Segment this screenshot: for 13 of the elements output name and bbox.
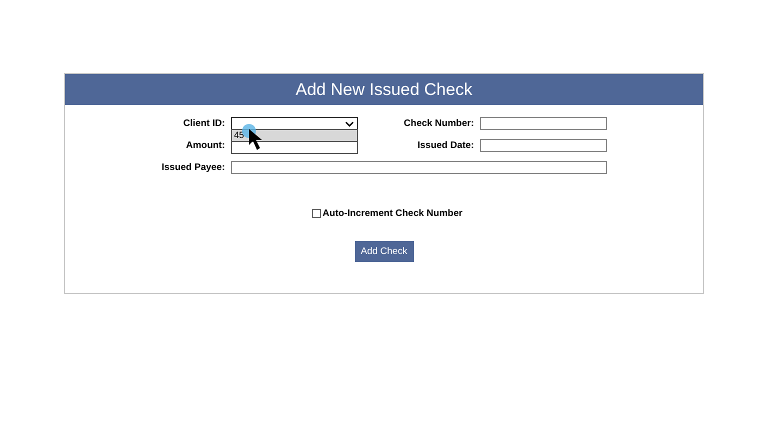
form-title: Add New Issued Check bbox=[296, 80, 472, 100]
checkbox-label: Auto-Increment Check Number bbox=[322, 208, 462, 219]
field-label: Client ID: bbox=[182, 118, 225, 129]
field-label: Issued Date: bbox=[416, 140, 474, 151]
text-field[interactable] bbox=[480, 117, 607, 130]
add-check-button[interactable]: Add Check bbox=[354, 241, 414, 262]
field-label: Issued Payee: bbox=[160, 162, 225, 173]
field-label: Amount: bbox=[184, 140, 225, 151]
text-field[interactable] bbox=[231, 161, 607, 174]
field-label: Check Number: bbox=[402, 118, 474, 129]
caret-icon bbox=[345, 121, 354, 127]
text-field[interactable] bbox=[480, 139, 607, 152]
checkbox[interactable] bbox=[312, 209, 321, 218]
